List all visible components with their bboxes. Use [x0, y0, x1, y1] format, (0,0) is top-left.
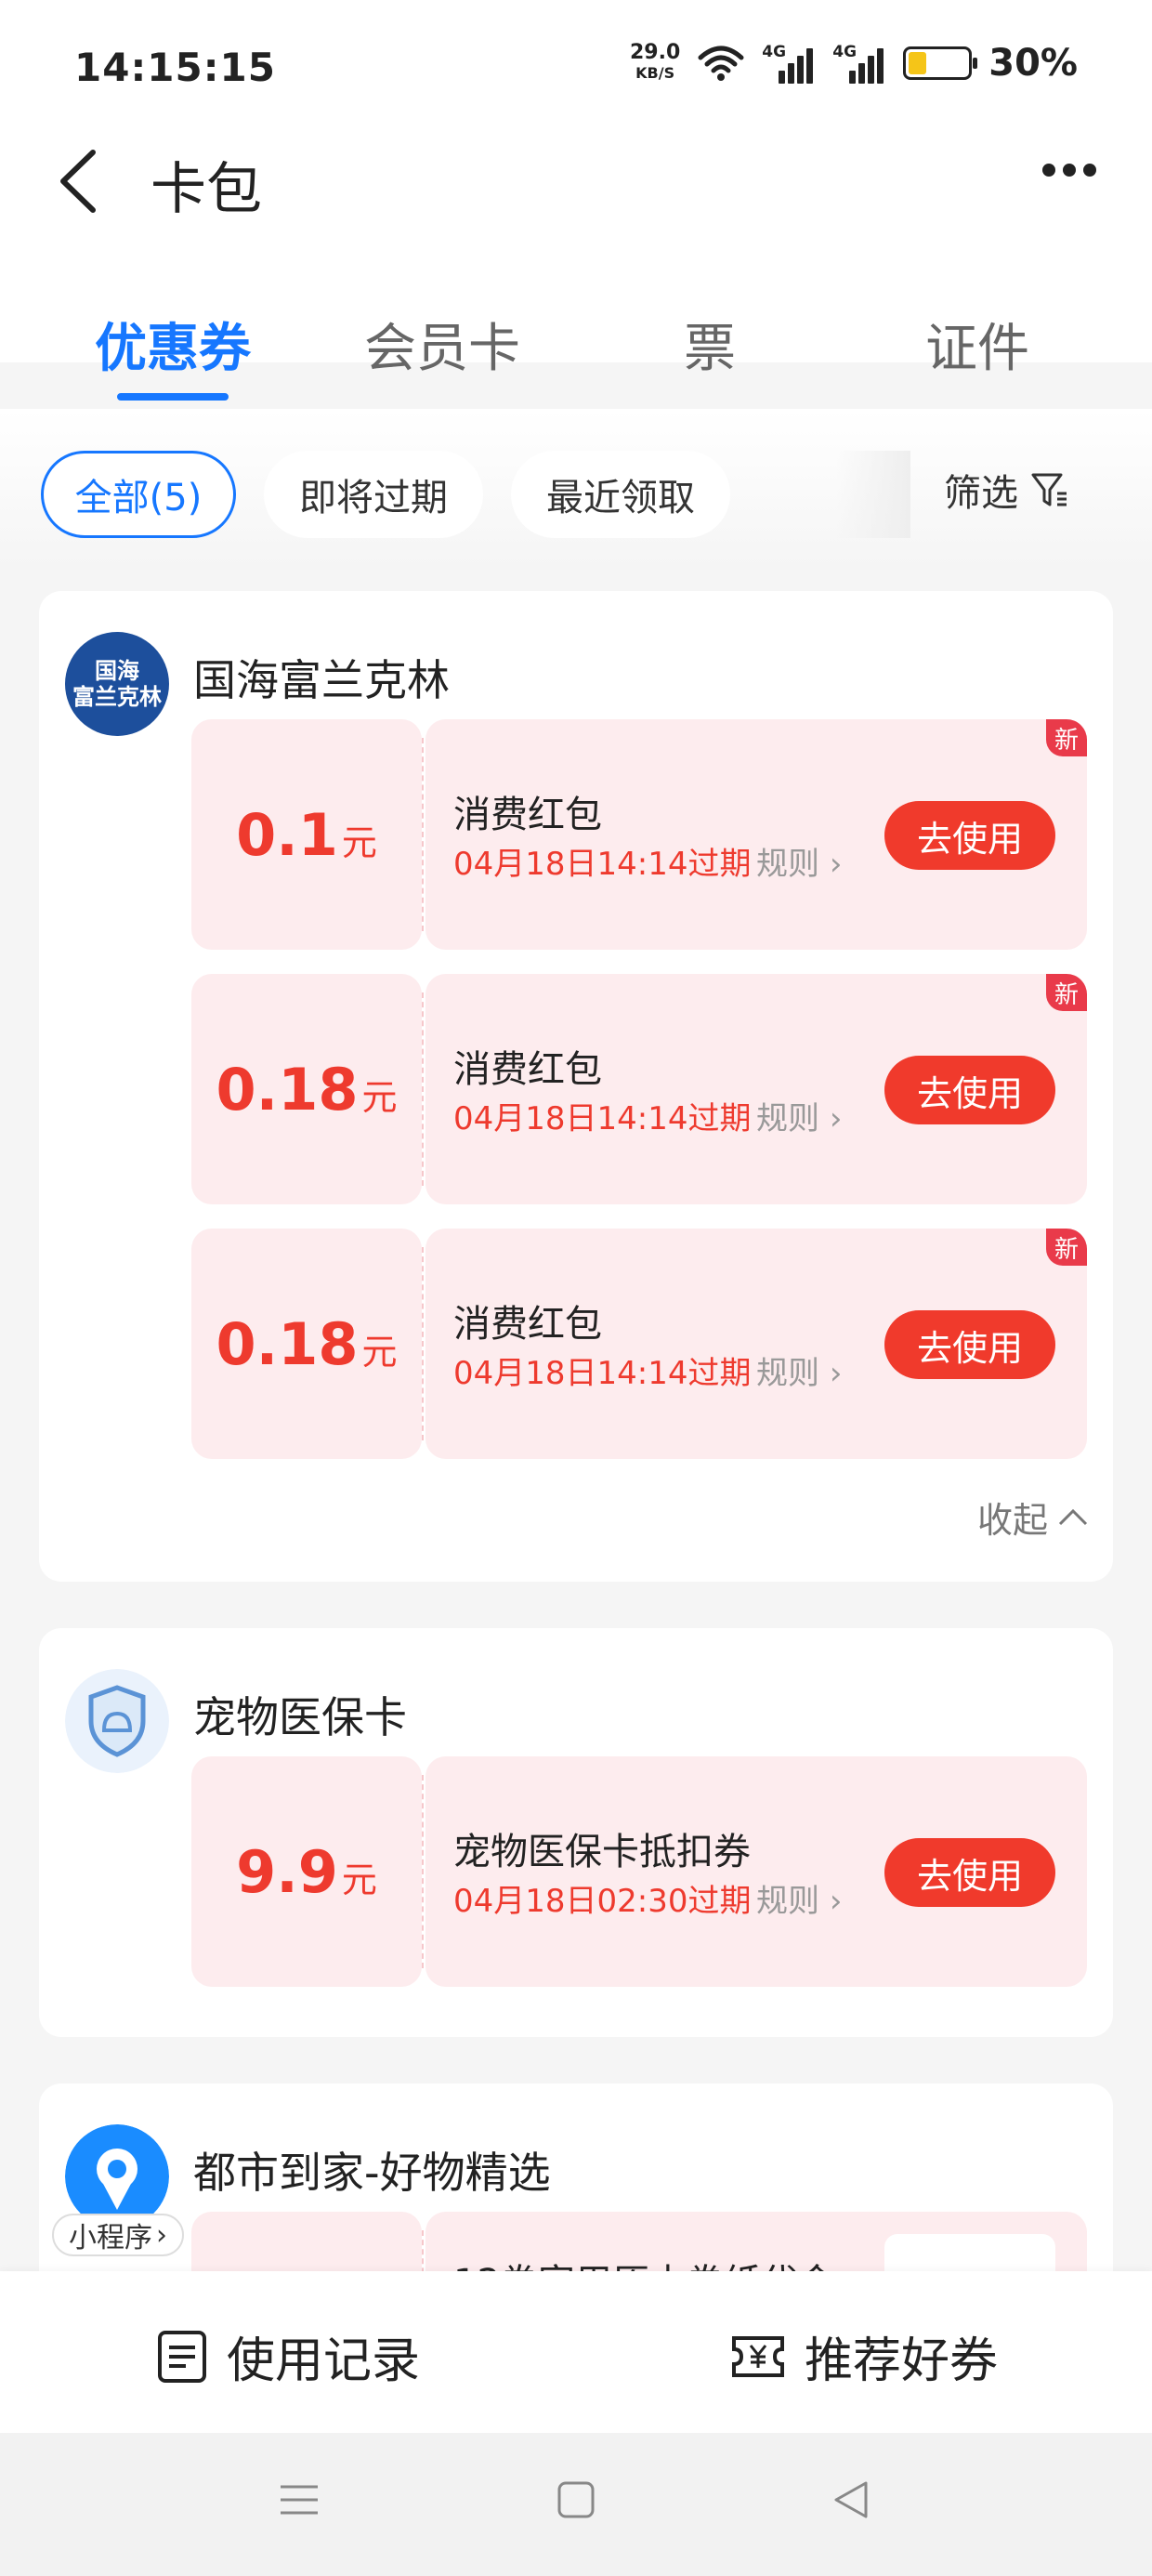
- chevron-up-icon: [1058, 1508, 1088, 1525]
- coupon-details: 消费红包 04月18日14:14过期 规则 › 去使用 新: [425, 1229, 1087, 1459]
- use-coupon-button[interactable]: 去使用: [884, 1838, 1055, 1907]
- coupon-amount: 9.9 元: [191, 1756, 422, 1987]
- back-icon[interactable]: [829, 2477, 873, 2522]
- new-badge: 新: [1046, 1229, 1087, 1266]
- coupon-expiry: 04月18日14:14过期: [453, 846, 752, 883]
- merchant-name: 宠物医保卡: [193, 1692, 407, 1742]
- coupon-rules-link[interactable]: 规则 ›: [756, 1347, 842, 1393]
- tab-membership-cards[interactable]: 会员卡: [340, 307, 544, 382]
- coupon-divider: [422, 738, 424, 931]
- filter-chip-all[interactable]: 全部(5): [41, 451, 236, 538]
- coupon-divider: [422, 1247, 424, 1440]
- status-icons: 29.0 KB/S 4G 4G 30%: [630, 37, 1078, 89]
- filter-button[interactable]: 筛选: [944, 463, 1070, 517]
- battery-icon: [903, 46, 978, 80]
- chevron-right-icon: ›: [156, 2218, 167, 2252]
- signal-icon: 4G: [832, 43, 886, 84]
- coupon-details: 宠物医保卡抵扣券 04月18日02:30过期 规则 › 去使用: [425, 1756, 1087, 1987]
- coupon-name: 消费红包: [453, 794, 602, 836]
- recommended-coupons-button[interactable]: 推荐好券: [730, 2321, 998, 2391]
- signal-icon: 4G: [762, 43, 816, 84]
- coupon-amount: 0.18 元: [191, 974, 422, 1204]
- bottom-action-bar: 使用记录 推荐好券: [0, 2271, 1152, 2433]
- coupon-amount: 0.18 元: [191, 1229, 422, 1459]
- merchant-name: 都市到家-好物精选: [193, 2148, 551, 2198]
- coupon-details: 消费红包 04月18日14:14过期 规则 › 去使用 新: [425, 719, 1087, 950]
- card-wallet-page: 14:15:15 29.0 KB/S 4G 4G 30% 卡包 优惠券 会员卡 …: [0, 0, 1152, 2576]
- usage-history-button[interactable]: 使用记录: [156, 2321, 420, 2391]
- coupon-expiry: 04月18日14:14过期: [453, 1100, 752, 1137]
- mini-program-badge: 小程序 ›: [52, 2214, 184, 2256]
- document-list-icon: [158, 2330, 206, 2383]
- chevron-right-icon: ›: [829, 1100, 843, 1137]
- filter-bar: 全部(5) 即将过期 最近领取 筛选: [0, 409, 1152, 567]
- status-time: 14:15:15: [74, 45, 276, 90]
- chevron-right-icon: ›: [829, 846, 843, 883]
- chevron-right-icon: ›: [829, 1355, 843, 1392]
- tab-coupons[interactable]: 优惠券: [71, 307, 275, 382]
- page-title: 卡包: [151, 157, 262, 222]
- coupon-item[interactable]: 9.9 元 宠物医保卡抵扣券 04月18日02:30过期 规则 › 去使用: [191, 1756, 1087, 1987]
- merchant-card: 国海 富兰克林 国海富兰克林 0.1 元 消费红包 04月18日14:14过期 规…: [39, 591, 1113, 1582]
- network-speed: 29.0 KB/S: [629, 41, 681, 83]
- battery-percent: 30%: [988, 42, 1078, 85]
- filter-chip-expiring[interactable]: 即将过期: [264, 451, 483, 538]
- wifi-icon: [698, 46, 744, 81]
- coupon-rules-link[interactable]: 规则 ›: [756, 838, 842, 884]
- coupon-name: 消费红包: [453, 1303, 602, 1346]
- use-coupon-button[interactable]: 去使用: [884, 1310, 1055, 1379]
- status-bar: 14:15:15 29.0 KB/S 4G 4G 30%: [0, 0, 1152, 139]
- back-arrow-icon[interactable]: [52, 149, 108, 214]
- scroll-fade: [836, 451, 910, 538]
- filter-chip-recent[interactable]: 最近领取: [511, 451, 730, 538]
- merchant-logo: 国海 富兰克林: [65, 632, 169, 736]
- coupon-divider: [422, 1775, 424, 1968]
- coupon-expiry: 04月18日02:30过期: [453, 1883, 752, 1920]
- coupon-ticket-icon: [732, 2335, 784, 2377]
- coupon-details: 消费红包 04月18日14:14过期 规则 › 去使用 新: [425, 974, 1087, 1204]
- filter-label: 筛选: [944, 472, 1018, 515]
- coupon-amount: 0.1 元: [191, 719, 422, 950]
- use-coupon-button[interactable]: 去使用: [884, 801, 1055, 870]
- active-tab-indicator: [117, 393, 229, 401]
- tab-tickets[interactable]: 票: [608, 307, 812, 382]
- coupon-item[interactable]: 0.18 元 消费红包 04月18日14:14过期 规则 › 去使用 新: [191, 1229, 1087, 1459]
- funnel-icon: [1031, 473, 1067, 506]
- coupon-rules-link[interactable]: 规则 ›: [756, 1875, 842, 1921]
- use-coupon-button[interactable]: 去使用: [884, 1056, 1055, 1124]
- coupon-item[interactable]: 0.18 元 消费红包 04月18日14:14过期 规则 › 去使用 新: [191, 974, 1087, 1204]
- more-menu-icon[interactable]: [1042, 164, 1096, 177]
- home-icon[interactable]: [554, 2477, 598, 2522]
- coupon-divider: [422, 992, 424, 1186]
- tab-certificates[interactable]: 证件: [875, 307, 1080, 382]
- coupon-item[interactable]: 0.1 元 消费红包 04月18日14:14过期 规则 › 去使用 新: [191, 719, 1087, 950]
- coupon-name: 消费红包: [453, 1048, 602, 1091]
- coupon-rules-link[interactable]: 规则 ›: [756, 1093, 842, 1138]
- category-tabs: 优惠券 会员卡 票 证件: [0, 288, 1152, 409]
- collapse-button[interactable]: 收起: [977, 1492, 1089, 1543]
- merchant-name: 国海富兰克林: [193, 655, 450, 705]
- system-navigation-bar: [0, 2433, 1152, 2576]
- coupon-expiry: 04月18日14:14过期: [453, 1355, 752, 1392]
- menu-icon[interactable]: [277, 2477, 321, 2522]
- coupon-name: 宠物医保卡抵扣券: [453, 1831, 751, 1873]
- merchant-card: 宠物医保卡 9.9 元 宠物医保卡抵扣券 04月18日02:30过期 规则 › 去…: [39, 1628, 1113, 2037]
- chevron-right-icon: ›: [829, 1883, 843, 1920]
- new-badge: 新: [1046, 719, 1087, 756]
- new-badge: 新: [1046, 974, 1087, 1011]
- pet-insurance-logo-icon: [65, 1669, 169, 1773]
